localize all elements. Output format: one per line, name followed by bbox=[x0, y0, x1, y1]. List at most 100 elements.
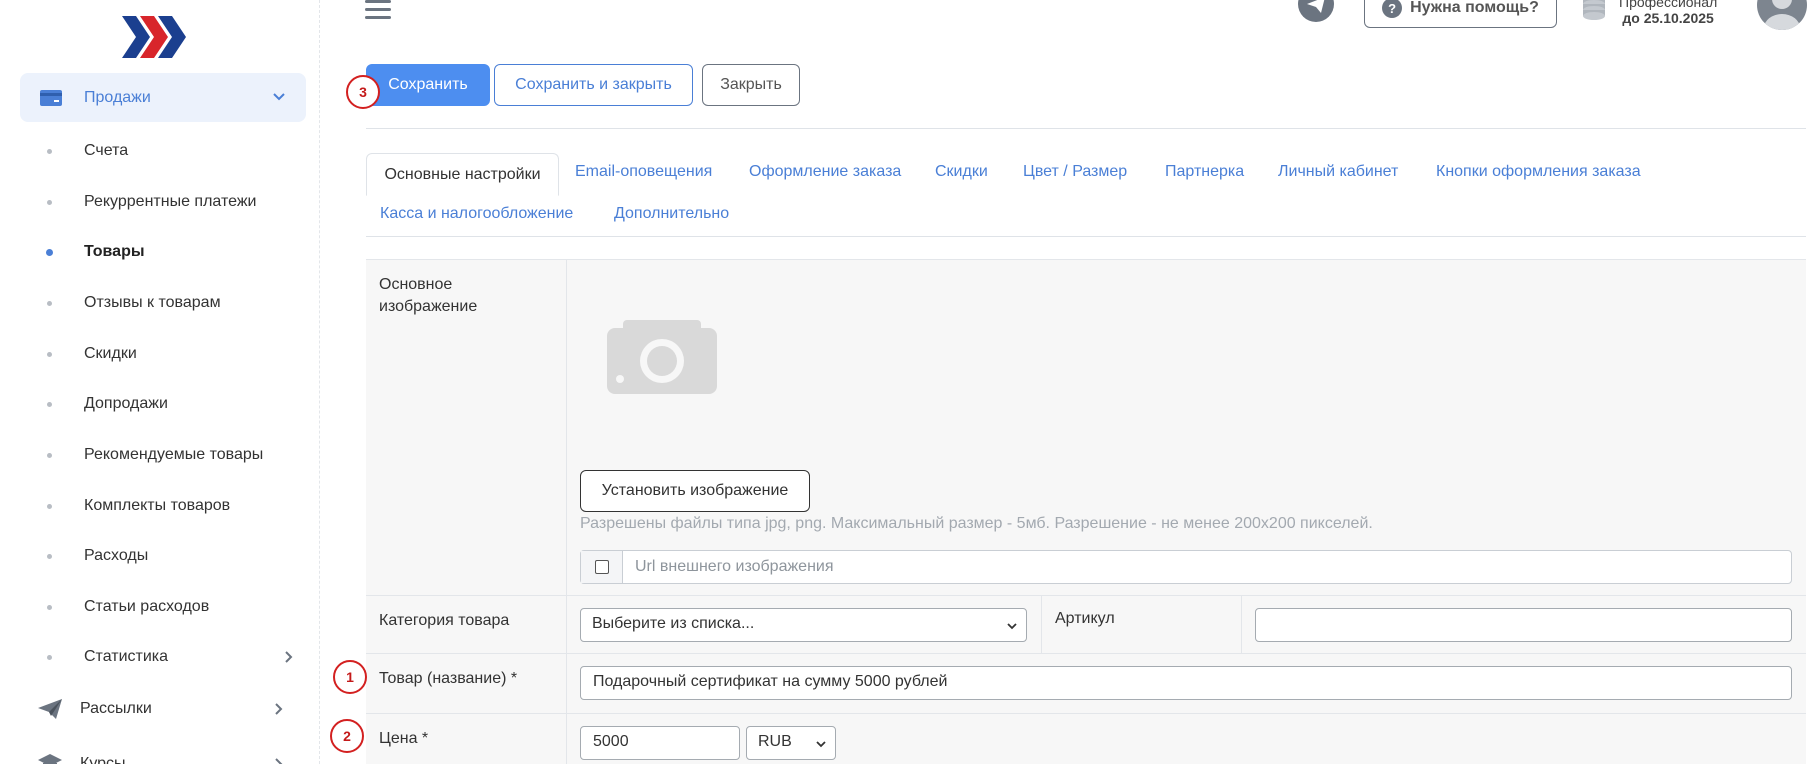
chevron-right-icon bbox=[285, 651, 293, 663]
bullet-icon bbox=[47, 553, 52, 559]
hamburger-menu-icon[interactable] bbox=[365, 0, 391, 20]
price-row: Цена * 5000 RUB bbox=[366, 714, 1806, 764]
currency-select[interactable]: RUB bbox=[746, 726, 836, 760]
save-and-close-button[interactable]: Сохранить и закрыть bbox=[494, 64, 693, 106]
sidebar-courses-label: Курсы bbox=[80, 755, 126, 764]
category-row: Категория товара Выберите из списка... А… bbox=[366, 596, 1806, 654]
plan-until: до 25.10.2025 bbox=[1622, 10, 1714, 26]
graduation-cap-icon bbox=[38, 754, 62, 764]
avatar[interactable] bbox=[1757, 0, 1807, 30]
bullet-icon bbox=[47, 654, 52, 660]
sidebar-menu-mailing[interactable]: Рассылки bbox=[20, 689, 306, 729]
sidebar-sales-label: Продажи bbox=[84, 88, 151, 106]
name-label: Товар (название) * bbox=[366, 654, 567, 713]
tab-main-settings[interactable]: Основные настройки bbox=[366, 153, 559, 196]
sidebar-item-label: Отзывы к товарам bbox=[84, 294, 221, 311]
sidebar-item-expenses[interactable]: Расходы bbox=[44, 541, 306, 571]
tab-discounts[interactable]: Скидки bbox=[935, 163, 988, 181]
sidebar-item-label: Расходы bbox=[84, 547, 149, 564]
sidebar-item-recurring-payments[interactable]: Рекуррентные платежи bbox=[44, 187, 306, 217]
sidebar-item-statistics[interactable]: Статистика bbox=[44, 642, 306, 672]
close-button[interactable]: Закрыть bbox=[702, 64, 800, 106]
cell-divider bbox=[1041, 596, 1042, 654]
bullet-icon bbox=[47, 452, 52, 458]
sidebar-item-upsells[interactable]: Допродажи bbox=[44, 389, 306, 419]
help-button[interactable]: ? Нужна помощь? bbox=[1364, 0, 1557, 28]
product-form: Основное изображение Установить изображе… bbox=[366, 259, 1806, 764]
sidebar-item-label: Товары bbox=[84, 243, 145, 260]
sidebar-item-invoices[interactable]: Счета bbox=[44, 136, 306, 166]
price-input[interactable]: 5000 bbox=[580, 726, 740, 760]
sidebar-mailing-label: Рассылки bbox=[80, 700, 152, 717]
bullet-icon bbox=[47, 503, 52, 509]
sidebar-item-label: Рекомендуемые товары bbox=[84, 446, 264, 463]
chevron-down-icon bbox=[1007, 623, 1017, 630]
bullet-icon bbox=[47, 604, 52, 610]
bullet-icon bbox=[46, 248, 53, 256]
tab-additional[interactable]: Дополнительно bbox=[614, 205, 729, 223]
sidebar-item-label: Комплекты товаров bbox=[84, 497, 231, 514]
sku-input[interactable] bbox=[1255, 608, 1792, 642]
image-label: Основное изображение bbox=[366, 260, 567, 595]
sidebar-item-label: Статьи расходов bbox=[84, 598, 210, 615]
sidebar-menu-sales[interactable]: Продажи bbox=[20, 73, 306, 122]
sidebar-item-label: Счета bbox=[84, 142, 129, 159]
sidebar-item-reviews[interactable]: Отзывы к товарам bbox=[44, 288, 306, 318]
category-select[interactable]: Выберите из списка... bbox=[580, 608, 1027, 642]
image-url-input[interactable]: Url внешнего изображения bbox=[635, 558, 834, 576]
save-button[interactable]: Сохранить bbox=[366, 64, 490, 106]
header-divider bbox=[366, 128, 1806, 129]
tab-checkout-design[interactable]: Оформление заказа bbox=[749, 163, 901, 181]
product-name-input[interactable]: Подарочный сертификат на сумму 5000 рубл… bbox=[580, 666, 1792, 700]
help-button-label: Нужна помощь? bbox=[1410, 0, 1539, 16]
question-icon: ? bbox=[1382, 0, 1403, 18]
bullet-icon bbox=[47, 199, 52, 205]
paper-plane-icon bbox=[38, 699, 62, 719]
sidebar-item-label: Статистика bbox=[84, 648, 169, 665]
step-marker-name: 1 bbox=[333, 660, 367, 694]
bullet-icon bbox=[47, 300, 52, 306]
chevron-down-icon bbox=[273, 93, 285, 101]
category-label: Категория товара bbox=[366, 596, 567, 653]
cell-divider bbox=[1241, 596, 1242, 654]
name-row: Товар (название) * Подарочный сертификат… bbox=[366, 654, 1806, 714]
tab-personal-account[interactable]: Личный кабинет bbox=[1278, 163, 1398, 181]
bullet-icon bbox=[47, 401, 52, 407]
sidebar-item-bundles[interactable]: Комплекты товаров bbox=[44, 491, 306, 521]
coins-stack-icon bbox=[1583, 0, 1605, 20]
brand-logo[interactable] bbox=[122, 16, 192, 58]
bullet-icon bbox=[47, 148, 52, 154]
tab-affiliate[interactable]: Партнерка bbox=[1165, 163, 1244, 181]
camera-placeholder-icon bbox=[607, 320, 717, 394]
category-select-value: Выберите из списка... bbox=[592, 615, 755, 632]
tab-email-notifications[interactable]: Email-оповещения bbox=[575, 163, 712, 181]
sidebar-item-label: Допродажи bbox=[84, 395, 168, 412]
chevron-right-icon bbox=[275, 758, 283, 764]
chevron-right-icon bbox=[275, 703, 283, 715]
image-url-checkbox-wrap bbox=[581, 551, 623, 583]
sidebar-item-recommended[interactable]: Рекомендуемые товары bbox=[44, 440, 306, 470]
plan-name: Профессионал bbox=[1619, 0, 1718, 10]
image-row: Основное изображение Установить изображе… bbox=[366, 260, 1806, 596]
tabs-divider bbox=[366, 236, 1806, 237]
price-label: Цена * bbox=[366, 714, 567, 764]
sidebar-item-products[interactable]: Товары bbox=[44, 237, 306, 267]
sidebar-item-expense-categories[interactable]: Статьи расходов bbox=[44, 592, 306, 622]
sidebar-item-label: Рекуррентные платежи bbox=[84, 193, 257, 210]
plan-info: Профессионал до 25.10.2025 bbox=[1619, 0, 1717, 26]
tab-color-size[interactable]: Цвет / Размер bbox=[1023, 163, 1127, 181]
sidebar: Продажи Счета Рекуррентные платежи Товар… bbox=[0, 0, 320, 764]
tab-order-buttons[interactable]: Кнопки оформления заказа bbox=[1436, 163, 1641, 181]
telegram-icon[interactable] bbox=[1298, 0, 1334, 22]
tab-cash-taxes[interactable]: Касса и налогообложение bbox=[380, 205, 573, 223]
sidebar-item-label: Скидки bbox=[84, 345, 137, 362]
bullet-icon bbox=[47, 351, 52, 357]
step-marker-save: 3 bbox=[346, 75, 380, 109]
image-hint: Разрешены файлы типа jpg, png. Максималь… bbox=[580, 515, 1373, 532]
image-url-group: Url внешнего изображения bbox=[580, 550, 1792, 584]
chevron-down-icon bbox=[816, 741, 826, 748]
set-image-button[interactable]: Установить изображение bbox=[580, 470, 810, 512]
sidebar-item-discounts[interactable]: Скидки bbox=[44, 339, 306, 369]
sidebar-menu-courses[interactable]: Курсы bbox=[20, 744, 306, 764]
image-url-checkbox[interactable] bbox=[594, 560, 609, 574]
